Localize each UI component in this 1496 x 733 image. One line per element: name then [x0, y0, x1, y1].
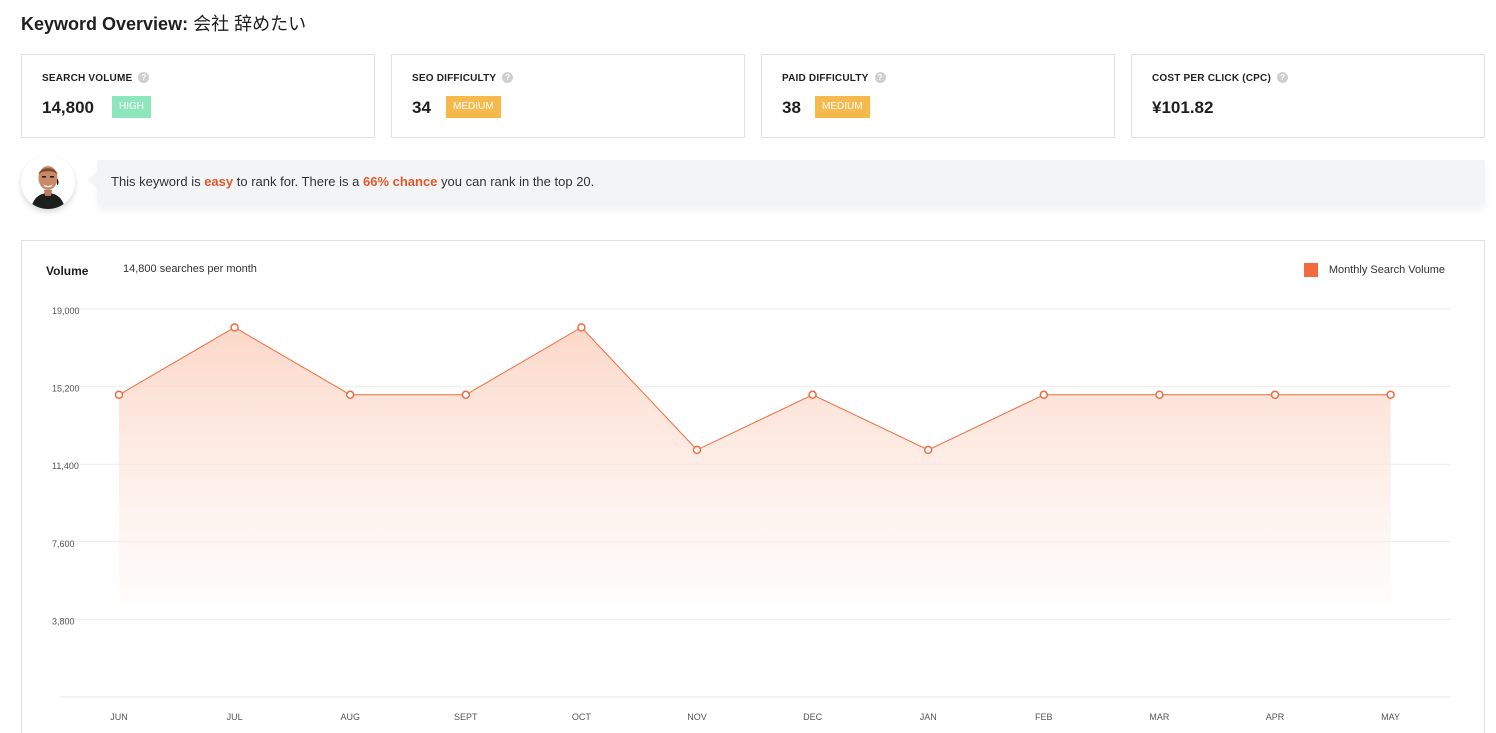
data-point [692, 445, 702, 455]
paid-difficulty-card: PAID DIFFICULTY? 38 MEDIUM [761, 54, 1115, 138]
page-title-label: Keyword Overview: [21, 14, 189, 34]
seo-difficulty-value: 34 [412, 98, 431, 117]
data-point [345, 390, 355, 400]
x-tick-label: NOV [687, 712, 707, 722]
cpc-card: COST PER CLICK (CPC)? ¥101.82 [1131, 54, 1485, 138]
page-title-keyword: 会社 辞めたい [193, 14, 307, 34]
x-tick-label: DEC [803, 712, 823, 722]
data-point [1270, 390, 1280, 400]
data-point [461, 390, 471, 400]
x-tick-label: AUG [340, 712, 360, 722]
y-tick-label: 19,000 [52, 306, 80, 316]
data-point [1039, 390, 1049, 400]
x-tick-label: JUL [227, 712, 243, 722]
help-icon[interactable]: ? [874, 72, 886, 83]
data-point [114, 390, 124, 400]
data-point [1155, 390, 1164, 400]
avatar [21, 155, 75, 209]
y-tick-label: 15,200 [52, 384, 80, 394]
data-point [577, 323, 586, 332]
avatar-portrait-icon [21, 155, 75, 209]
x-tick-label: JUN [110, 712, 128, 722]
tip-row: This keyword is easy to rank for. There … [21, 153, 1485, 211]
data-point [923, 445, 933, 455]
seo-difficulty-label: SEO DIFFICULTY [412, 73, 497, 84]
y-tick-label: 11,400 [52, 461, 79, 471]
x-tick-label: SEPT [454, 712, 478, 722]
paid-difficulty-badge: MEDIUM [815, 96, 870, 118]
page-title: Keyword Overview: 会社 辞めたい [21, 12, 306, 36]
cpc-label: COST PER CLICK (CPC) [1152, 73, 1271, 84]
seo-difficulty-badge: MEDIUM [446, 96, 501, 118]
tip-highlight-chance: 66% chance [362, 174, 438, 189]
tip-bubble: This keyword is easy to rank for. There … [87, 160, 1485, 204]
series-area [119, 327, 1391, 601]
x-tick-label: JAN [920, 712, 937, 722]
paid-difficulty-value: 38 [782, 98, 801, 117]
search-volume-value: 14,800 [42, 98, 94, 117]
cpc-value: ¥101.82 [1152, 98, 1214, 117]
search-volume-badge: HIGH [112, 96, 151, 118]
data-point [230, 323, 239, 332]
seo-difficulty-card: SEO DIFFICULTY? 34 MEDIUM [391, 54, 745, 138]
data-point [808, 390, 817, 400]
search-volume-label: SEARCH VOLUME [42, 73, 133, 84]
help-icon[interactable]: ? [502, 72, 514, 83]
y-tick-label: 7,600 [52, 539, 75, 549]
volume-chart: 3,800 7,600 11,400 15,200 19,000 JUN JUL AUG SEP… [52, 306, 1450, 722]
help-icon[interactable]: ? [138, 72, 150, 83]
x-tick-label: MAR [1149, 712, 1170, 722]
paid-difficulty-label: PAID DIFFICULTY [782, 73, 869, 84]
x-tick-label: APR [1266, 712, 1285, 722]
tip-highlight-easy: easy [204, 174, 234, 189]
y-tick-label: 3,800 [52, 616, 75, 626]
tip-text: This keyword is easy to rank for. There … [111, 174, 595, 189]
x-tick-label: FEB [1035, 712, 1053, 722]
volume-chart-card: Volume 14,800 searches per month Monthly… [21, 240, 1485, 733]
x-tick-label: MAY [1381, 712, 1400, 722]
x-tick-label: OCT [572, 712, 592, 722]
help-icon[interactable]: ? [1277, 72, 1288, 83]
search-volume-card: SEARCH VOLUME? 14,800 HIGH [21, 54, 375, 138]
data-point [1386, 390, 1395, 400]
